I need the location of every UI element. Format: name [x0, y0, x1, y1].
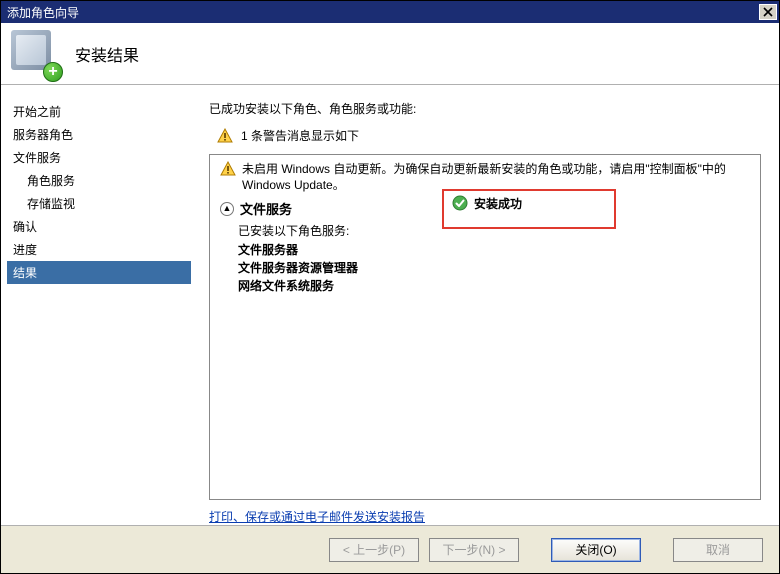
success-icon [452, 195, 468, 211]
window-title: 添加角色向导 [7, 4, 79, 21]
installed-service-item: 文件服务器 [238, 241, 750, 258]
add-icon: + [43, 62, 63, 82]
close-icon[interactable] [759, 4, 777, 20]
collapse-icon[interactable]: ▲ [220, 202, 234, 216]
report-link[interactable]: 打印、保存或通过电子邮件发送安装报告 [209, 510, 425, 524]
warning-count-text: 1 条警告消息显示如下 [241, 127, 359, 144]
nav-step-confirm[interactable]: 确认 [7, 215, 191, 238]
wizard-footer: < 上一步(P) 下一步(N) > 关闭(O) 取消 [1, 525, 779, 573]
nav-step-before-begin[interactable]: 开始之前 [7, 100, 191, 123]
close-button[interactable]: 关闭(O) [551, 538, 641, 562]
next-button: 下一步(N) > [429, 538, 519, 562]
nav-step-results[interactable]: 结果 [7, 261, 191, 284]
installed-service-item: 网络文件系统服务 [238, 277, 750, 294]
warning-count-line: 1 条警告消息显示如下 [217, 127, 761, 144]
titlebar: 添加角色向导 [1, 1, 779, 23]
install-status-highlight: 安装成功 [442, 189, 616, 229]
wizard-body: 开始之前 服务器角色 文件服务 角色服务 存储监视 确认 进度 结果 已成功安装… [1, 85, 779, 525]
nav-step-file-services[interactable]: 文件服务 [7, 146, 191, 169]
content-area: 已成功安装以下角色、角色服务或功能: 1 条警告消息显示如下 未启用 Windo… [191, 86, 779, 525]
nav-step-role-services[interactable]: 角色服务 [7, 169, 191, 192]
installed-service-item: 文件服务器资源管理器 [238, 259, 750, 276]
wizard-header: + 安装结果 [1, 23, 779, 85]
wizard-steps-nav: 开始之前 服务器角色 文件服务 角色服务 存储监视 确认 进度 结果 [1, 86, 191, 525]
nav-step-storage-monitor[interactable]: 存储监视 [7, 192, 191, 215]
results-panel: 未启用 Windows 自动更新。为确保自动更新最新安装的角色或功能，请启用"控… [209, 154, 761, 500]
prev-button: < 上一步(P) [329, 538, 419, 562]
wizard-window: 添加角色向导 + 安装结果 开始之前 服务器角色 文件服务 角色服务 存储监视 … [0, 0, 780, 574]
installed-services-section: 已安装以下角色服务: 文件服务器 文件服务器资源管理器 网络文件系统服务 [238, 222, 750, 294]
page-title: 安装结果 [75, 42, 139, 66]
summary-text: 已成功安装以下角色、角色服务或功能: [209, 100, 761, 117]
nav-step-server-roles[interactable]: 服务器角色 [7, 123, 191, 146]
server-roles-icon: + [11, 30, 59, 78]
nav-step-progress[interactable]: 进度 [7, 238, 191, 261]
warning-icon [220, 161, 236, 177]
warning-icon [217, 128, 233, 144]
service-name: 文件服务 [240, 199, 292, 218]
report-link-row: 打印、保存或通过电子邮件发送安装报告 [209, 508, 761, 525]
install-status-text: 安装成功 [474, 195, 522, 212]
cancel-button: 取消 [673, 538, 763, 562]
